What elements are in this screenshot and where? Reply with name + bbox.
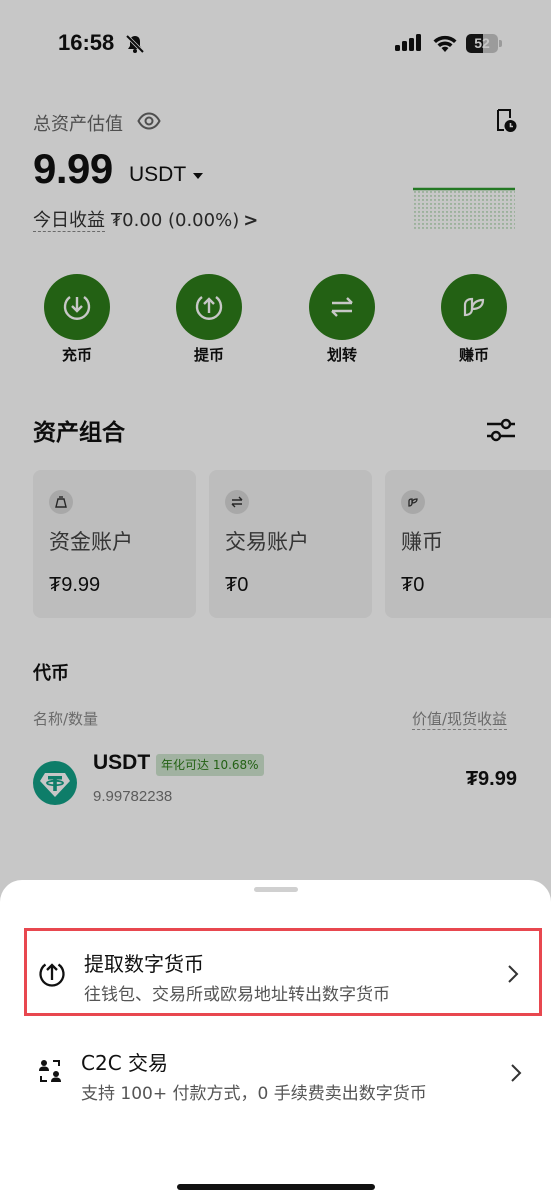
home-indicator[interactable] [177,1184,375,1190]
sheet-grabber[interactable] [254,887,298,892]
option-subtitle: 支持 100+ 付款方式，0 手续费卖出数字货币 [81,1084,427,1104]
assets-page: 16:58 52 总资产估值 9.99 USDT 今日收益 ₮0.00 (0.0… [0,0,551,1200]
withdraw-options-sheet: 提取数字货币 往钱包、交易所或欧易地址转出数字货币 C2C 交易 支持 100+… [0,880,551,1200]
chevron-right-icon [511,1064,522,1082]
chevron-right-icon [508,965,519,983]
option-subtitle: 往钱包、交易所或欧易地址转出数字货币 [84,985,390,1005]
upload-circle-icon [39,963,65,987]
c2c-trade-option[interactable]: C2C 交易 支持 100+ 付款方式，0 手续费卖出数字货币 [24,1030,542,1118]
c2c-icon [39,1060,61,1082]
option-title: 提取数字货币 [84,952,204,976]
withdraw-crypto-option[interactable]: 提取数字货币 往钱包、交易所或欧易地址转出数字货币 [24,928,542,1016]
option-title: C2C 交易 [81,1051,169,1075]
